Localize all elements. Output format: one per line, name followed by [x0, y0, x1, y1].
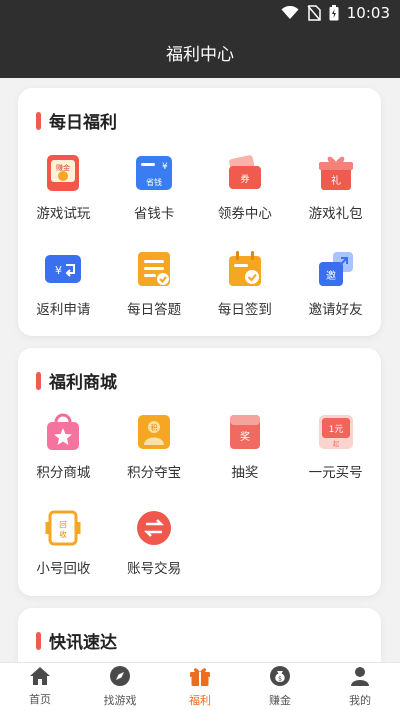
recycle-icon: 回收 — [43, 508, 83, 548]
grid-item-coupon-center[interactable]: 券 领券中心 — [200, 153, 291, 249]
svg-text:积: 积 — [151, 423, 158, 432]
page-header: 福利中心 — [0, 26, 400, 78]
tab-label: 首页 — [29, 693, 51, 706]
points-treasure-icon: 积 — [134, 412, 174, 452]
grid-item-label: 游戏试玩 — [36, 206, 91, 222]
gift-pack-icon: 礼 — [316, 153, 356, 193]
grid-item-label: 小号回收 — [36, 561, 91, 577]
one-yuan-icon: 1元起 — [316, 412, 356, 452]
grid-item-rebate[interactable]: ¥ 返利申请 — [18, 249, 109, 345]
grid-item-points-treasure[interactable]: 积 积分夺宝 — [109, 412, 200, 508]
grid-item-daily-quiz[interactable]: 每日答题 — [109, 249, 200, 345]
try-game-icon: 赚金 — [43, 153, 83, 193]
title-accent-bar — [36, 631, 41, 650]
grid-item-label: 返利申请 — [36, 302, 91, 318]
svg-text:1元: 1元 — [328, 425, 343, 435]
coupon-icon: 券 — [225, 153, 265, 193]
invite-icon: 邀 — [316, 249, 356, 289]
svg-text:起: 起 — [333, 440, 339, 448]
grid-item-label: 积分夺宝 — [127, 465, 182, 481]
grid-item-label: 抽奖 — [231, 465, 259, 481]
tab-label: 我的 — [349, 694, 371, 707]
title-accent-bar — [36, 111, 41, 130]
user-icon — [349, 665, 371, 690]
title-accent-bar — [36, 371, 41, 390]
svg-text:礼: 礼 — [331, 174, 341, 187]
gift-icon — [188, 665, 212, 690]
svg-text:邀: 邀 — [326, 269, 336, 282]
wifi-icon — [281, 6, 299, 20]
points-mall-icon — [43, 412, 83, 452]
tab-mine[interactable]: 我的 — [320, 663, 400, 710]
tab-home[interactable]: 首页 — [0, 663, 80, 710]
grid-item-invite-friends[interactable]: 邀 邀请好友 — [290, 249, 381, 345]
home-icon — [29, 666, 51, 689]
news-title: 快讯速达 — [49, 633, 117, 653]
grid-item-lottery[interactable]: 奖 抽奖 — [200, 412, 291, 508]
daily-welfare-title: 每日福利 — [49, 113, 117, 133]
tab-label: 福利 — [189, 694, 211, 707]
welfare-mall-heading: 福利商城 — [36, 368, 117, 393]
tab-label: 赚金 — [269, 694, 291, 707]
svg-text:券: 券 — [240, 173, 249, 185]
status-time: 10:03 — [346, 4, 390, 22]
rebate-icon: ¥ — [43, 249, 83, 289]
trade-icon — [134, 508, 174, 548]
tab-welfare[interactable]: 福利 — [160, 663, 240, 710]
svg-text:奖: 奖 — [240, 430, 250, 443]
save-card-icon: ¥ 省钱 — [134, 153, 174, 193]
grid-item-label: 游戏礼包 — [308, 206, 363, 222]
grid-item-points-mall[interactable]: 积分商城 — [18, 412, 109, 508]
checkin-icon — [225, 249, 265, 289]
grid-item-label: 邀请好友 — [308, 302, 363, 318]
grid-item-account-trade[interactable]: 账号交易 — [109, 508, 200, 604]
svg-text:省钱: 省钱 — [146, 177, 162, 187]
status-bar: 10:03 — [0, 0, 400, 26]
page-title: 福利中心 — [166, 44, 234, 65]
svg-text:¥: ¥ — [162, 162, 168, 172]
grid-item-label: 每日签到 — [217, 302, 272, 318]
svg-text:收: 收 — [60, 529, 68, 539]
grid-item-label: 省钱卡 — [133, 206, 175, 222]
svg-text:赚金: 赚金 — [56, 163, 70, 172]
grid-item-recycle[interactable]: 回收 小号回收 — [18, 508, 109, 604]
welfare-mall-title: 福利商城 — [49, 373, 117, 393]
battery-icon — [329, 5, 339, 21]
grid-item-label: 领券中心 — [217, 206, 272, 222]
money-bag-icon: $ — [269, 665, 291, 690]
bottom-tab-bar: 首页 找游戏 福利 $ 赚金 我的 — [0, 662, 400, 710]
tab-label: 找游戏 — [103, 694, 137, 707]
tab-find-games[interactable]: 找游戏 — [80, 663, 160, 710]
daily-welfare-card: 每日福利 赚金 游戏试玩 ¥ 省钱 省钱卡 券 领券中心 礼 游戏礼包 ¥ 返利… — [18, 88, 381, 336]
grid-item-one-yuan[interactable]: 1元起 一元买号 — [290, 412, 381, 508]
svg-text:回: 回 — [60, 520, 68, 529]
grid-item-label: 每日答题 — [127, 302, 182, 318]
grid-item-save-card[interactable]: ¥ 省钱 省钱卡 — [109, 153, 200, 249]
grid-item-label: 积分商城 — [36, 465, 91, 481]
lottery-icon: 奖 — [225, 412, 265, 452]
grid-item-label: 一元买号 — [308, 465, 363, 481]
svg-text:$: $ — [278, 676, 282, 683]
grid-item-daily-checkin[interactable]: 每日签到 — [200, 249, 291, 345]
grid-item-try-game[interactable]: 赚金 游戏试玩 — [18, 153, 109, 249]
grid-item-label: 账号交易 — [127, 561, 182, 577]
svg-text:¥: ¥ — [55, 264, 62, 277]
news-heading: 快讯速达 — [36, 628, 117, 653]
grid-item-gift-pack[interactable]: 礼 游戏礼包 — [290, 153, 381, 249]
daily-welfare-heading: 每日福利 — [36, 108, 117, 133]
quiz-icon — [134, 249, 174, 289]
no-sim-icon — [307, 5, 321, 21]
compass-icon — [109, 665, 131, 690]
tab-earn[interactable]: $ 赚金 — [240, 663, 320, 710]
welfare-mall-card: 福利商城 积分商城 积 积分夺宝 奖 抽奖 1元起 一元买号 回 收 小号回收 … — [18, 348, 381, 596]
